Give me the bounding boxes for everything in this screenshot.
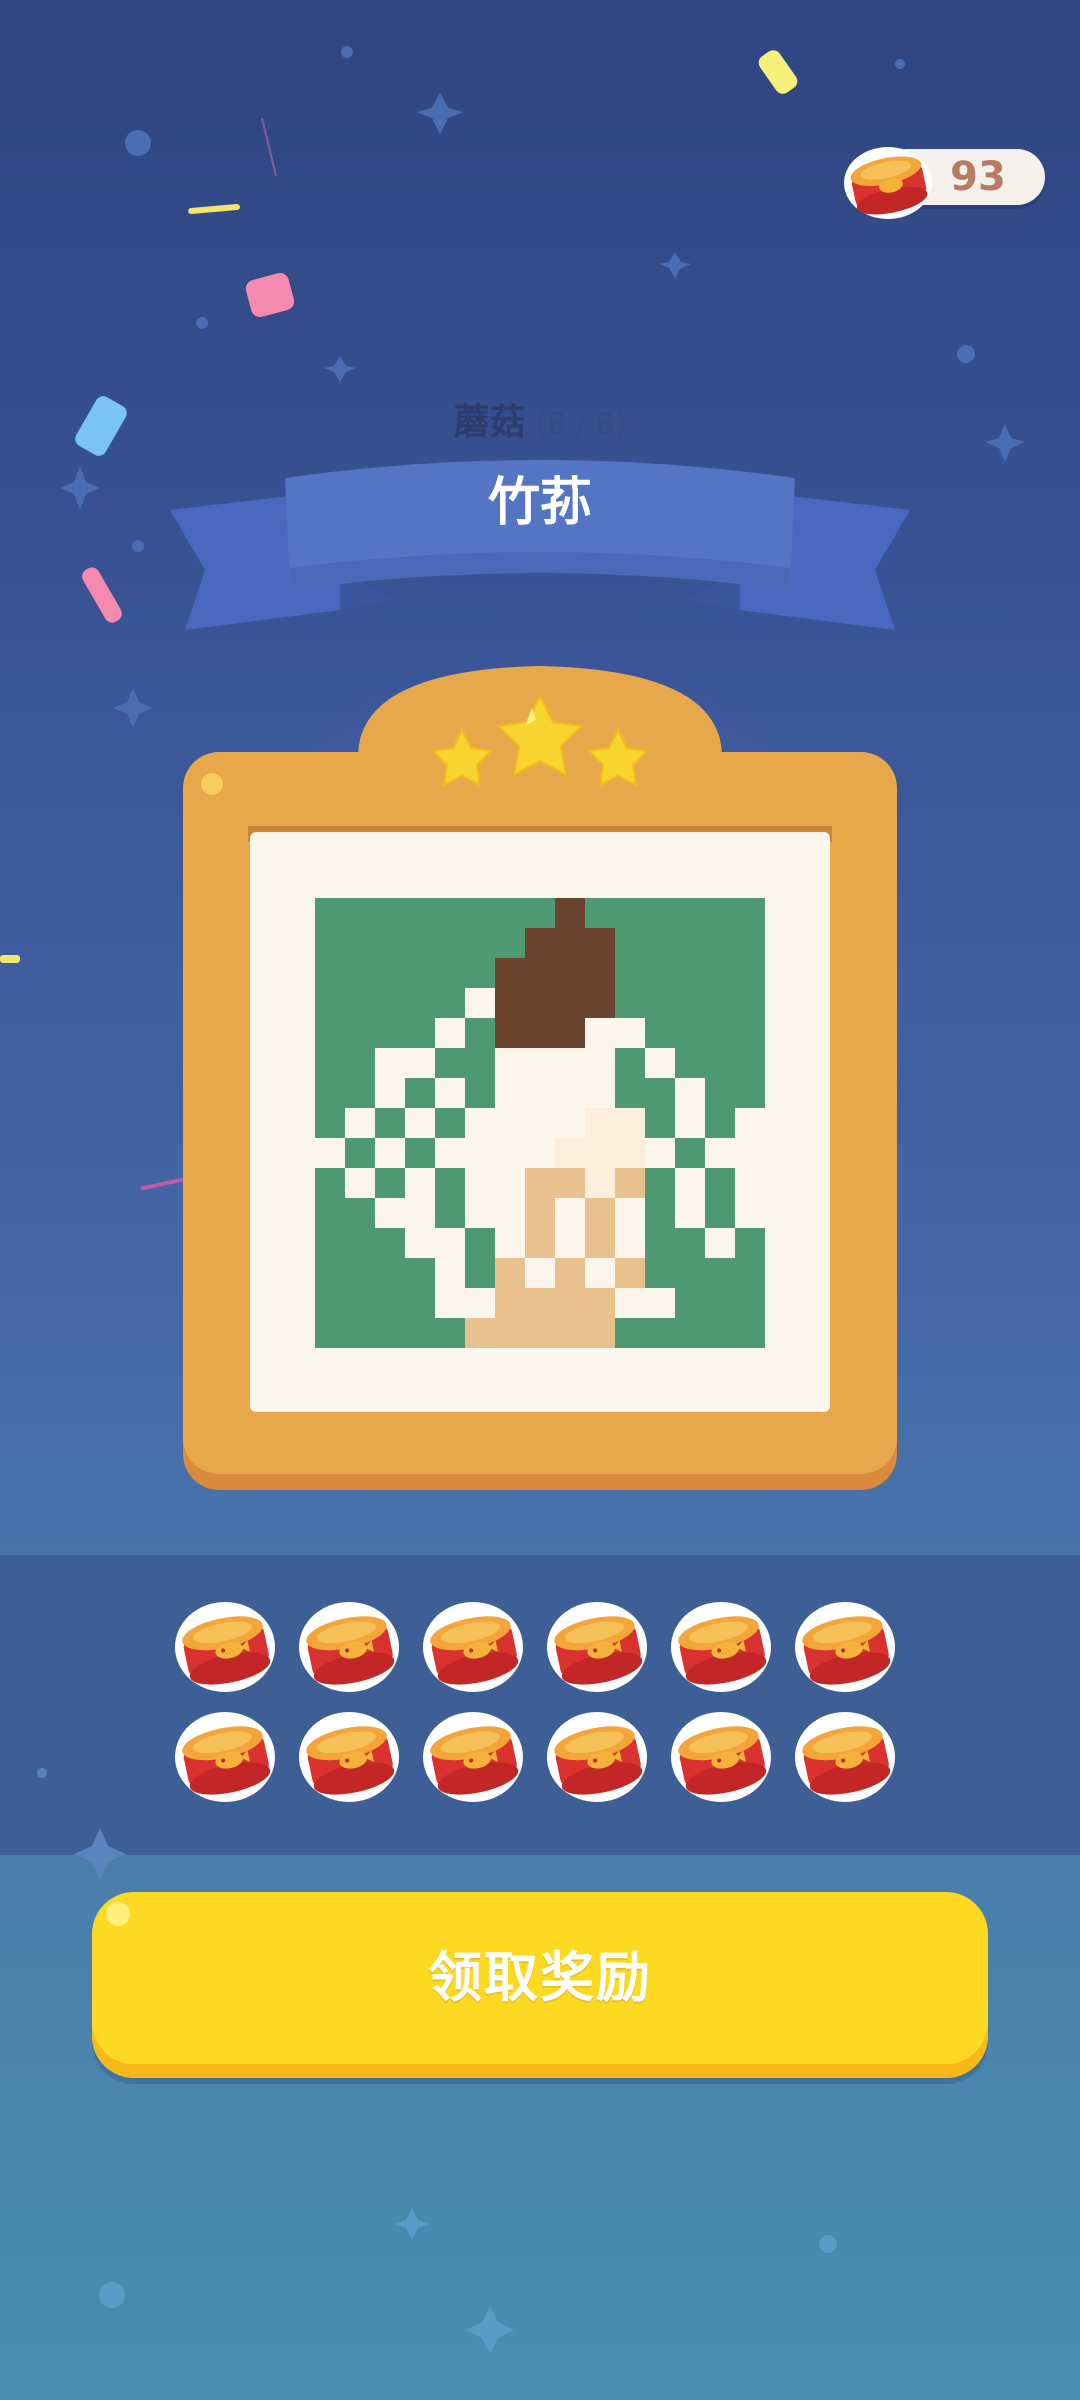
cat-food-can-icon	[170, 1595, 280, 1695]
claim-reward-label: 领取奖励	[428, 1946, 652, 2009]
cat-food-can-icon	[542, 1705, 652, 1805]
puzzle-category: 蘑菇 (8 / 8)	[340, 393, 740, 443]
sparkle-star	[74, 1828, 126, 1880]
claim-reward-button[interactable]: 领取奖励	[92, 1892, 988, 2078]
sparkle-dot	[819, 2235, 837, 2253]
cat-food-can-icon	[666, 1705, 776, 1805]
category-progress: (8 / 8)	[535, 407, 627, 442]
sparkle-dot	[125, 130, 151, 156]
currency-counter: 93	[840, 145, 1045, 219]
sparkle-dot	[196, 317, 208, 329]
cat-food-can-icon	[666, 1595, 776, 1695]
sparkle-dot	[895, 59, 905, 69]
pixel-art-image	[315, 898, 765, 1348]
cat-food-can-icon	[844, 147, 932, 219]
cat-food-can-icon	[294, 1705, 404, 1805]
confetti-yellow	[758, 50, 798, 94]
sparkle-dot	[37, 1768, 47, 1778]
cat-food-can-icon	[418, 1705, 528, 1805]
reward-list	[170, 1595, 910, 1815]
sparkle-dot	[957, 345, 975, 363]
cat-food-can-icon	[294, 1595, 404, 1695]
sparkle-dot	[132, 540, 144, 552]
puzzle-title: 竹荪	[487, 473, 592, 533]
confetti-pink	[245, 272, 295, 318]
sparkle-dot	[99, 2282, 125, 2308]
confetti-pink-strip	[82, 567, 122, 623]
sparkle-star	[659, 252, 691, 278]
confetti-purple-line	[140, 1177, 184, 1191]
confetti-blue	[75, 396, 127, 456]
sparkle-dot	[341, 46, 353, 58]
cat-food-can-icon	[418, 1595, 528, 1695]
category-name: 蘑菇	[453, 402, 526, 443]
cat-food-can-icon	[790, 1705, 900, 1805]
sparkle-star	[113, 688, 153, 728]
confetti-yellow-edge	[0, 955, 20, 963]
sparkle-star	[394, 2208, 430, 2240]
sparkle-star	[985, 424, 1025, 462]
sparkle-star	[324, 356, 356, 382]
confetti-purple-thin	[261, 117, 277, 177]
cat-food-can-icon	[542, 1595, 652, 1695]
sparkle-star	[60, 466, 100, 510]
confetti-yellow-line	[188, 203, 240, 215]
sparkle-star	[466, 2306, 514, 2354]
sparkle-star	[416, 92, 464, 134]
currency-value: 93	[950, 154, 1006, 200]
cat-food-can-icon	[790, 1595, 900, 1695]
cat-food-can-icon	[170, 1705, 280, 1805]
